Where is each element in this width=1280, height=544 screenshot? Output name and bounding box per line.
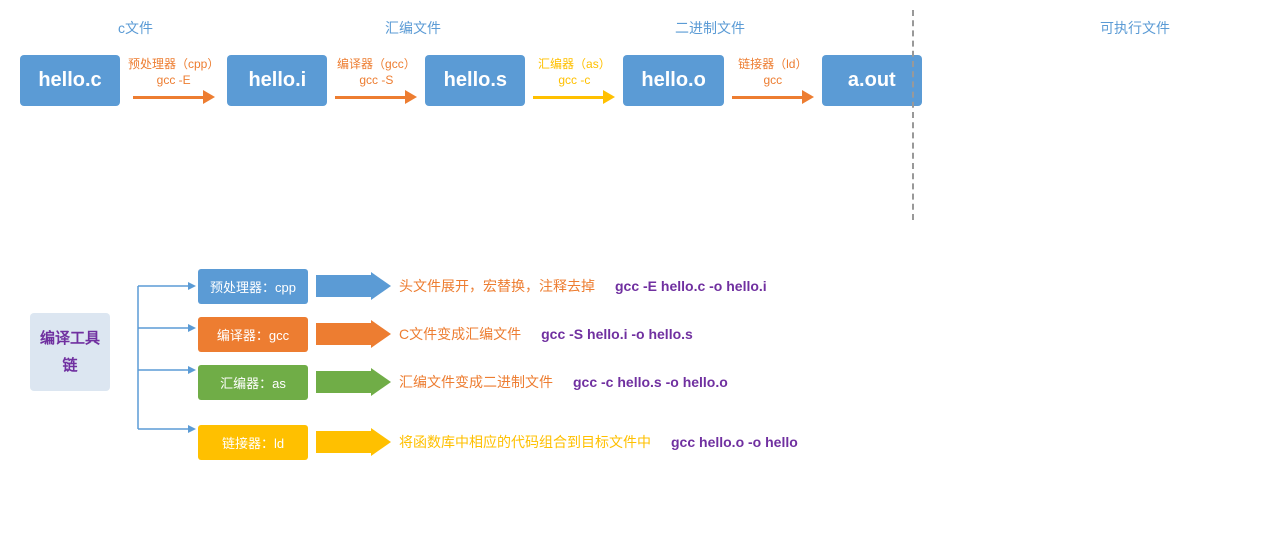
cmd-ld: gcc hello.o -o hello (671, 434, 798, 450)
tool-box-as: 汇编器：as (198, 365, 308, 400)
tool-rows: 预处理器：cpp 头文件展开，宏替换，注释去掉 gcc -E hello.c -… (198, 265, 1260, 469)
arrow-assembler-label: 汇编器（as） gcc -c (538, 57, 611, 88)
arrow-preprocessor-label: 预处理器（cpp） gcc -E (128, 57, 219, 88)
tool-box-cpp: 预处理器：cpp (198, 269, 308, 304)
file-box-hello-c: hello.c (20, 55, 120, 106)
file-box-a-out: a.out (822, 55, 922, 106)
tool-row-as: 汇编器：as 汇编文件变成二进制文件 gcc -c hello.s -o hel… (198, 361, 1260, 403)
compiler-chain-box: 编译工具链 (30, 313, 110, 391)
label-exe-file: 可执行文件 (1100, 18, 1170, 38)
desc-gcc: C文件变成汇编文件 (399, 324, 521, 344)
tool-box-gcc: 编译器：gcc (198, 317, 308, 352)
label-asm-file: 汇编文件 (385, 18, 441, 38)
file-box-hello-o: hello.o (623, 55, 723, 106)
file-box-hello-s: hello.s (425, 55, 525, 106)
big-arrow-cpp (316, 272, 391, 300)
desc-cpp: 头文件展开，宏替换，注释去掉 (399, 276, 595, 296)
tool-box-ld: 链接器：ld (198, 425, 308, 460)
arrow-linker-label: 链接器（ld） gcc (738, 57, 807, 88)
arrow-compiler-label: 编译器（gcc） gcc -S (337, 57, 416, 88)
pipeline-row: hello.c 预处理器（cpp） gcc -E hello.i 编译器（gcc… (20, 55, 1260, 106)
label-bin-file: 二进制文件 (675, 18, 745, 38)
cmd-cpp: gcc -E hello.c -o hello.i (615, 278, 767, 294)
arrow-assembler: 汇编器（as） gcc -c (533, 57, 615, 104)
tool-row-ld: 链接器：ld 将函数库中相应的代码组合到目标文件中 gcc hello.o -o… (198, 421, 1260, 463)
main-diagram: c文件 汇编文件 二进制文件 可执行文件 hello.c 预处理器（cpp） g… (0, 0, 1280, 544)
arrow-compiler: 编译器（gcc） gcc -S (335, 57, 417, 104)
label-c-file: c文件 (118, 18, 153, 38)
big-arrow-ld (316, 428, 391, 456)
big-arrow-as (316, 368, 391, 396)
dashed-separator (912, 10, 914, 220)
cmd-as: gcc -c hello.s -o hello.o (573, 374, 728, 390)
arrow-linker: 链接器（ld） gcc (732, 57, 814, 104)
cmd-gcc: gcc -S hello.i -o hello.s (541, 326, 693, 342)
desc-as: 汇编文件变成二进制文件 (399, 372, 553, 392)
arrow-preprocessor: 预处理器（cpp） gcc -E (128, 57, 219, 104)
file-box-hello-i: hello.i (227, 55, 327, 106)
top-pipeline: c文件 汇编文件 二进制文件 可执行文件 hello.c 预处理器（cpp） g… (0, 0, 1280, 230)
tool-row-gcc: 编译器：gcc C文件变成汇编文件 gcc -S hello.i -o hell… (198, 313, 1260, 355)
big-arrow-gcc (316, 320, 391, 348)
tool-row-cpp: 预处理器：cpp 头文件展开，宏替换，注释去掉 gcc -E hello.c -… (198, 265, 1260, 307)
desc-ld: 将函数库中相应的代码组合到目标文件中 (399, 432, 651, 452)
